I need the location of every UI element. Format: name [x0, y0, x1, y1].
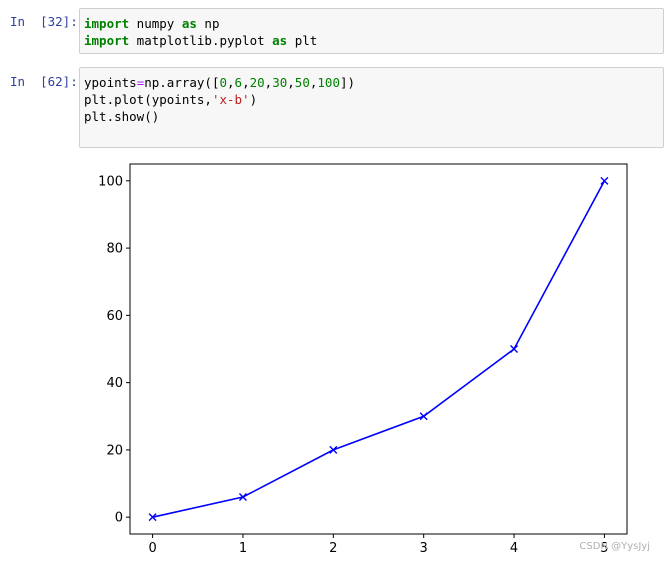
code-token: ypoints [84, 75, 137, 90]
code-cell-plot[interactable]: ypoints=np.array([0,6,20,30,50,100]) plt… [79, 67, 664, 148]
y-tick-label: 0 [115, 511, 123, 526]
x-tick-label: 1 [239, 541, 247, 556]
code-token: np [196, 16, 220, 31]
code-token: 50 [294, 75, 310, 90]
code-token: plt [287, 33, 318, 48]
plot-frame [129, 163, 628, 535]
code-token: 6 [234, 75, 243, 90]
code-line: plt.show() [84, 108, 659, 125]
code-token: 'x-b' [211, 92, 250, 107]
y-tick-label: 100 [98, 174, 123, 189]
code-token: as [272, 33, 288, 48]
code-token: np.array([ [144, 75, 220, 90]
code-token: matplotlib.pyplot [129, 33, 273, 48]
cell-prompt-62: In [62]: [10, 74, 78, 89]
y-tick-label: 20 [106, 443, 123, 458]
y-tick-label: 80 [106, 242, 123, 257]
code-line: ypoints=np.array([0,6,20,30,50,100]) [84, 74, 659, 91]
code-token: , [242, 75, 250, 90]
cell-prompt-32: In [32]: [10, 14, 78, 29]
code-token: 0 [219, 75, 228, 90]
x-tick-label: 3 [420, 541, 428, 556]
code-line: import matplotlib.pyplot as plt [84, 32, 659, 49]
y-tick-label: 60 [106, 309, 123, 324]
output-chart: 0 1 2 3 4 5020406080100 [98, 163, 628, 556]
y-tick-label: 40 [106, 376, 123, 391]
x-tick-label: 0 [148, 541, 156, 556]
code-token: ]) [339, 75, 356, 90]
code-token: 20 [249, 75, 265, 90]
code-token: numpy [129, 16, 182, 31]
x-tick-label: 4 [510, 541, 518, 556]
code-token: 100 [317, 75, 340, 90]
code-token: ) [249, 92, 258, 107]
code-token: import [84, 33, 130, 48]
code-token: 30 [272, 75, 288, 90]
code-token: plt.plot(ypoints, [84, 92, 212, 107]
code-token: as [181, 16, 197, 31]
code-cell-imports[interactable]: import numpy as np import matplotlib.pyp… [79, 8, 664, 54]
watermark: CSDN @YysJyj [579, 541, 650, 552]
code-token: , [287, 75, 295, 90]
code-token: import [84, 16, 130, 31]
code-line: plt.plot(ypoints,'x-b') [84, 91, 659, 108]
code-token: plt.show() [84, 109, 160, 124]
code-line: import numpy as np [84, 15, 659, 32]
x-tick-label: 2 [329, 541, 337, 556]
code-token: , [227, 75, 235, 90]
